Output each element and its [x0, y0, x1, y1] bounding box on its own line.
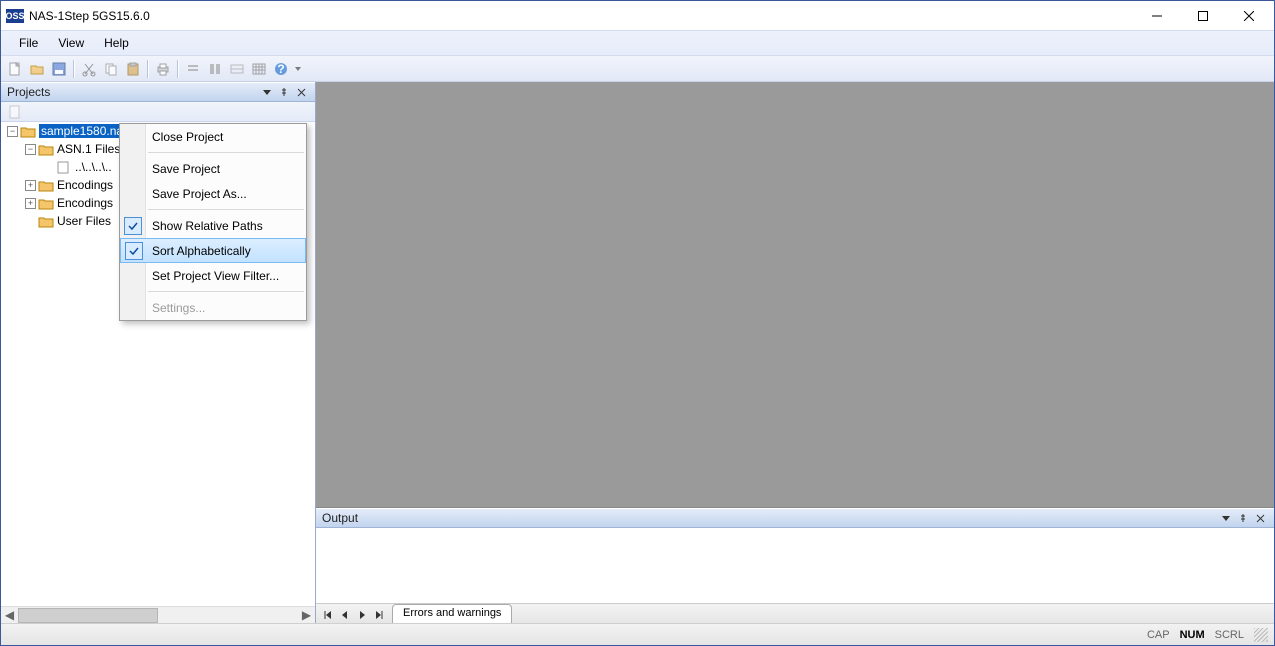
menu-settings: Settings...	[120, 295, 306, 320]
output-pane: Output Errors and warnings	[316, 507, 1274, 623]
project-tree[interactable]: − sample1580.nasproj [P][A] − ASN.1 File…	[1, 122, 315, 606]
status-cap: CAP	[1147, 629, 1170, 641]
window-title: NAS-1Step 5GS15.6.0	[29, 9, 1134, 23]
menu-help[interactable]: Help	[94, 32, 139, 54]
menu-save-project[interactable]: Save Project	[120, 156, 306, 181]
menu-save-project-as[interactable]: Save Project As...	[120, 181, 306, 206]
output-header: Output	[316, 508, 1274, 528]
tree-item-label: Encodings	[57, 178, 113, 192]
toolbar: ?	[1, 56, 1274, 82]
tool-button[interactable]	[183, 59, 203, 79]
scroll-thumb[interactable]	[18, 608, 158, 623]
horizontal-scrollbar[interactable]: ◀ ▶	[1, 606, 315, 623]
folder-icon	[38, 215, 54, 228]
pane-close-button[interactable]	[1252, 510, 1268, 526]
expand-icon[interactable]: +	[25, 198, 36, 209]
output-title: Output	[322, 511, 1217, 525]
help-button[interactable]: ?	[271, 59, 291, 79]
pane-pin-button[interactable]	[1235, 510, 1251, 526]
statusbar: CAP NUM SCRL	[1, 623, 1274, 645]
pane-pin-button[interactable]	[276, 84, 292, 100]
folder-icon	[38, 179, 54, 192]
tab-prev-button[interactable]	[337, 607, 353, 623]
projects-pane: Projects − sample1580.nasproj [P][A] − A…	[1, 82, 316, 623]
tree-item-label: User Files	[57, 214, 111, 228]
menu-close-project[interactable]: Close Project	[120, 124, 306, 149]
scroll-track[interactable]	[18, 608, 298, 623]
tree-item-label: ..\..\..\..	[75, 160, 112, 174]
folder-open-icon	[38, 143, 54, 156]
new-button[interactable]	[5, 59, 25, 79]
status-num: NUM	[1180, 629, 1205, 641]
pane-dropdown-button[interactable]	[259, 84, 275, 100]
close-button[interactable]	[1226, 1, 1272, 30]
scroll-left-icon[interactable]: ◀	[1, 607, 18, 624]
folder-icon	[38, 197, 54, 210]
open-button[interactable]	[27, 59, 47, 79]
tab-errors-warnings[interactable]: Errors and warnings	[392, 604, 512, 623]
file-icon	[56, 161, 72, 174]
projects-toolbar	[1, 102, 315, 122]
minimize-button[interactable]	[1134, 1, 1180, 30]
tool-button[interactable]	[205, 59, 225, 79]
menu-file[interactable]: File	[9, 32, 48, 54]
projects-title: Projects	[7, 85, 258, 99]
copy-button[interactable]	[101, 59, 121, 79]
check-icon	[125, 242, 143, 260]
app-logo: OSS	[6, 9, 24, 23]
titlebar: OSS NAS-1Step 5GS15.6.0	[1, 1, 1274, 30]
mdi-area: Output Errors and warnings	[316, 82, 1274, 623]
toolbar-separator	[73, 60, 75, 78]
toolbar-overflow[interactable]	[293, 59, 303, 79]
collapse-icon[interactable]: −	[7, 126, 18, 137]
paste-button[interactable]	[123, 59, 143, 79]
tab-first-button[interactable]	[320, 607, 336, 623]
tab-next-button[interactable]	[354, 607, 370, 623]
expand-icon[interactable]: +	[25, 180, 36, 191]
tab-last-button[interactable]	[371, 607, 387, 623]
cut-button[interactable]	[79, 59, 99, 79]
check-icon	[124, 217, 142, 235]
status-scrl: SCRL	[1215, 629, 1244, 641]
tool-button[interactable]	[227, 59, 247, 79]
collapse-icon[interactable]: −	[25, 144, 36, 155]
menu-separator	[148, 209, 304, 210]
scroll-right-icon[interactable]: ▶	[298, 607, 315, 624]
resize-grip-icon[interactable]	[1254, 628, 1268, 642]
spacer	[43, 162, 54, 173]
tool-button[interactable]	[249, 59, 269, 79]
menu-show-relative-paths[interactable]: Show Relative Paths	[120, 213, 306, 238]
output-tabs: Errors and warnings	[316, 603, 1274, 623]
tree-item-label: Encodings	[57, 196, 113, 210]
folder-open-icon	[20, 125, 36, 138]
project-context-menu: Close Project Save Project Save Project …	[119, 123, 307, 321]
tree-item-label: ASN.1 Files	[57, 142, 120, 156]
output-body[interactable]	[316, 528, 1274, 603]
menubar: File View Help	[1, 30, 1274, 56]
pane-dropdown-button[interactable]	[1218, 510, 1234, 526]
toolbar-separator	[147, 60, 149, 78]
svg-text:?: ?	[277, 62, 284, 76]
pane-close-button[interactable]	[293, 84, 309, 100]
menu-separator	[148, 152, 304, 153]
maximize-button[interactable]	[1180, 1, 1226, 30]
spacer	[25, 216, 36, 227]
print-button[interactable]	[153, 59, 173, 79]
mdi-client	[316, 82, 1274, 507]
projects-header: Projects	[1, 82, 315, 102]
menu-separator	[148, 291, 304, 292]
document-icon[interactable]	[5, 102, 25, 122]
save-button[interactable]	[49, 59, 69, 79]
menu-set-project-view-filter[interactable]: Set Project View Filter...	[120, 263, 306, 288]
menu-view[interactable]: View	[48, 32, 94, 54]
toolbar-separator	[177, 60, 179, 78]
menu-sort-alphabetically[interactable]: Sort Alphabetically	[120, 238, 306, 263]
